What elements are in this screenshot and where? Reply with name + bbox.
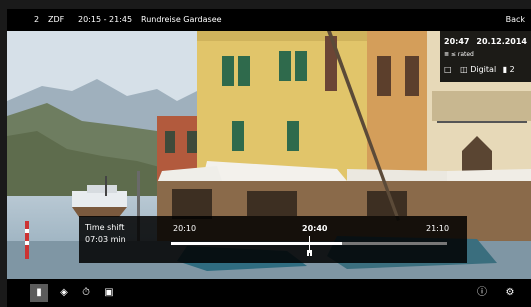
bottom-toolbar: ▮ ◈ ⏱ ▣ ⓘ ⚙ (7, 279, 531, 307)
timeshift-buffer-fill (171, 242, 343, 245)
aspect-ratio-icon: □ (444, 65, 452, 74)
timeshift-overlay: Time shift 07:03 min 20:10 20:40 21:10 (79, 216, 467, 263)
channel-name: ZDF (48, 15, 65, 24)
program-title: Rundreise Gardasee (141, 15, 222, 24)
timeshift-label: Time shift (85, 223, 125, 232)
info-icon[interactable]: ⓘ (473, 284, 491, 302)
timeshift-start-time: 20:10 (173, 224, 197, 233)
program-attributes: ≣ ≤ rated (444, 51, 474, 58)
program-time: 20:15 - 21:45 (78, 15, 133, 24)
pause-icon (307, 250, 312, 256)
channel-number: 2 (34, 15, 40, 24)
back-button[interactable]: Back (506, 9, 525, 31)
timeshift-duration: 07:03 min (85, 235, 126, 244)
audio-icon: ▮ (502, 65, 508, 74)
timeshift-current-time: 20:40 (302, 224, 328, 233)
bookmark-icon[interactable]: ▮ (30, 284, 48, 302)
settings-icon[interactable]: ⚙ (501, 284, 519, 302)
clock-date: 20.12.2014 (476, 37, 527, 46)
audio-channels: 2 (509, 65, 515, 74)
status-panel: 20:47 20.12.2014 ≣ ≤ rated □ ◫ Digital ▮… (440, 31, 531, 82)
tv-screen: 2 ZDF 20:15 - 21:45 Rundreise Gardasee B… (0, 0, 531, 307)
broadcast-info: □ ◫ Digital ▮ 2 (444, 65, 515, 74)
clock-time: 20:47 (444, 37, 470, 46)
digital-label: Digital (470, 65, 497, 74)
timeshift-end-time: 21:10 (426, 224, 450, 233)
tv-icon[interactable]: ▣ (100, 284, 118, 302)
record-icon[interactable]: ◈ (55, 284, 73, 302)
digital-icon: ◫ (460, 65, 468, 74)
timer-icon[interactable]: ⏱ (77, 284, 95, 302)
program-info-bar: 2 ZDF 20:15 - 21:45 Rundreise Gardasee B… (7, 9, 531, 31)
